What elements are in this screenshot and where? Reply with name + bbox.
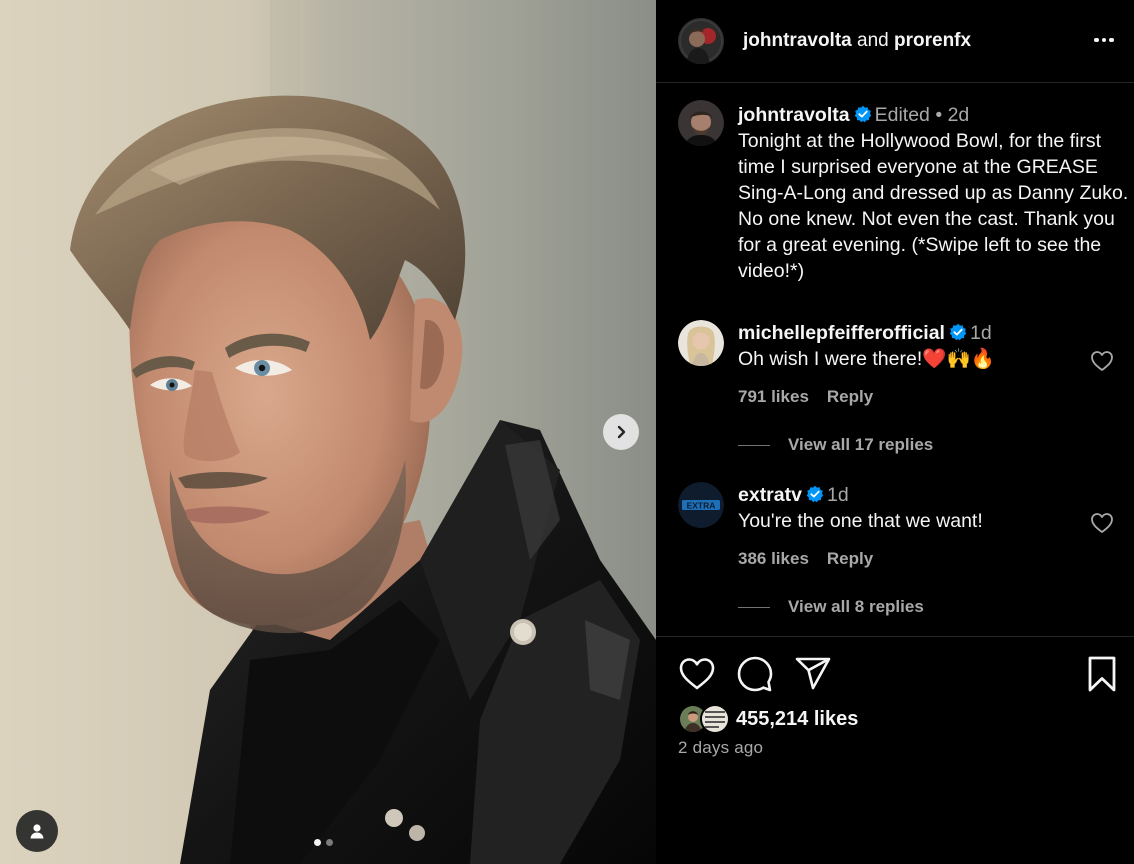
verified-badge-icon bbox=[854, 105, 871, 123]
reply-button[interactable]: Reply bbox=[827, 387, 873, 406]
carousel-indicator bbox=[314, 839, 333, 846]
commenter-avatar[interactable]: EXTRA bbox=[678, 482, 724, 528]
post-media[interactable] bbox=[0, 0, 656, 864]
comment-item: EXTRA extratv 1d You're the one that we w… bbox=[678, 482, 1130, 622]
user-tag-icon bbox=[30, 824, 44, 839]
comment-likes[interactable]: 386 likes bbox=[738, 549, 809, 568]
comment-text: You're the one that we want! bbox=[738, 510, 983, 532]
caption-username[interactable]: johntravolta bbox=[738, 104, 850, 126]
more-dot bbox=[1101, 37, 1107, 43]
comment-username[interactable]: michellepfeifferofficial bbox=[738, 322, 945, 344]
more-dot bbox=[1109, 37, 1114, 43]
post-likes-row: 455,214 likes bbox=[678, 704, 858, 734]
avatar-image bbox=[678, 320, 724, 366]
more-options-icon[interactable] bbox=[1088, 28, 1120, 52]
avatar-image bbox=[678, 18, 724, 64]
coauthor-username[interactable]: prorenfx bbox=[894, 30, 971, 51]
comment-like-heart-icon[interactable] bbox=[1090, 512, 1114, 534]
comment-timestamp[interactable]: 1d bbox=[827, 484, 849, 506]
actions-divider bbox=[656, 636, 1134, 637]
caption-body: johntravolta Edited • 2d Tonight at the H… bbox=[738, 102, 1130, 284]
extratv-logo-text: EXTRA bbox=[687, 500, 716, 510]
comment-body: extratv 1d You're the one that we want! bbox=[738, 482, 1078, 534]
liked-by-avatars bbox=[678, 704, 734, 734]
post-header: johntravolta and prorenfx bbox=[656, 0, 1134, 83]
authors-conjunction: and bbox=[857, 30, 889, 51]
caption-text: Tonight at the Hollywood Bowl, for the f… bbox=[738, 130, 1129, 282]
avatar-image bbox=[678, 100, 724, 146]
author-username[interactable]: johntravolta bbox=[743, 30, 852, 51]
caption-avatar[interactable] bbox=[678, 100, 724, 146]
post-action-bar bbox=[678, 655, 1118, 695]
comment-meta: 791 likes Reply bbox=[738, 387, 891, 407]
verified-badge-icon bbox=[949, 323, 967, 341]
view-replies-button[interactable]: View all 8 replies bbox=[738, 597, 924, 617]
avatar-image: EXTRA bbox=[678, 482, 724, 528]
share-icon[interactable] bbox=[794, 655, 832, 693]
post-timestamp[interactable]: 2 days ago bbox=[678, 738, 763, 758]
comment-meta: 386 likes Reply bbox=[738, 549, 891, 569]
post-photo bbox=[0, 0, 656, 864]
post-authors: johntravolta and prorenfx bbox=[743, 30, 971, 52]
comment-timestamp[interactable]: 1d bbox=[970, 322, 992, 344]
comment-icon[interactable] bbox=[736, 655, 774, 693]
next-slide-button[interactable] bbox=[603, 414, 639, 450]
comment-username[interactable]: extratv bbox=[738, 484, 802, 506]
comment-text: Oh wish I were there!❤️🙌🔥 bbox=[738, 348, 996, 370]
more-dot bbox=[1094, 37, 1099, 43]
comment-like-heart-icon[interactable] bbox=[1090, 350, 1114, 372]
bookmark-icon[interactable] bbox=[1083, 655, 1121, 693]
avatar-image bbox=[702, 706, 728, 732]
post-likes-count[interactable]: 455,214 likes bbox=[736, 708, 858, 731]
comment-body: michellepfeifferofficial 1d Oh wish I wer… bbox=[738, 320, 1078, 372]
verified-badge-icon bbox=[806, 485, 824, 503]
replies-divider-line bbox=[738, 444, 770, 446]
chevron-right-icon bbox=[617, 425, 626, 439]
author-avatar[interactable] bbox=[678, 18, 724, 64]
caption-timestamp[interactable]: 2d bbox=[948, 104, 970, 126]
tagged-users-button[interactable] bbox=[16, 810, 58, 852]
heart-icon[interactable] bbox=[678, 655, 716, 693]
liker-avatar[interactable] bbox=[700, 704, 730, 734]
comment-item: michellepfeifferofficial 1d Oh wish I wer… bbox=[678, 320, 1130, 460]
carousel-dot-active bbox=[314, 839, 321, 846]
carousel-dot bbox=[326, 839, 333, 846]
view-replies-label: View all 17 replies bbox=[788, 435, 934, 454]
comment-likes[interactable]: 791 likes bbox=[738, 387, 809, 406]
view-replies-label: View all 8 replies bbox=[788, 597, 924, 616]
post-sidebar: johntravolta and prorenfx johntravolta Ed… bbox=[656, 0, 1134, 864]
caption-edited-label: Edited bbox=[874, 104, 930, 126]
replies-divider-line bbox=[738, 606, 770, 608]
reply-button[interactable]: Reply bbox=[827, 549, 873, 568]
commenter-avatar[interactable] bbox=[678, 320, 724, 366]
view-replies-button[interactable]: View all 17 replies bbox=[738, 435, 933, 455]
caption-separator: • bbox=[935, 104, 943, 126]
